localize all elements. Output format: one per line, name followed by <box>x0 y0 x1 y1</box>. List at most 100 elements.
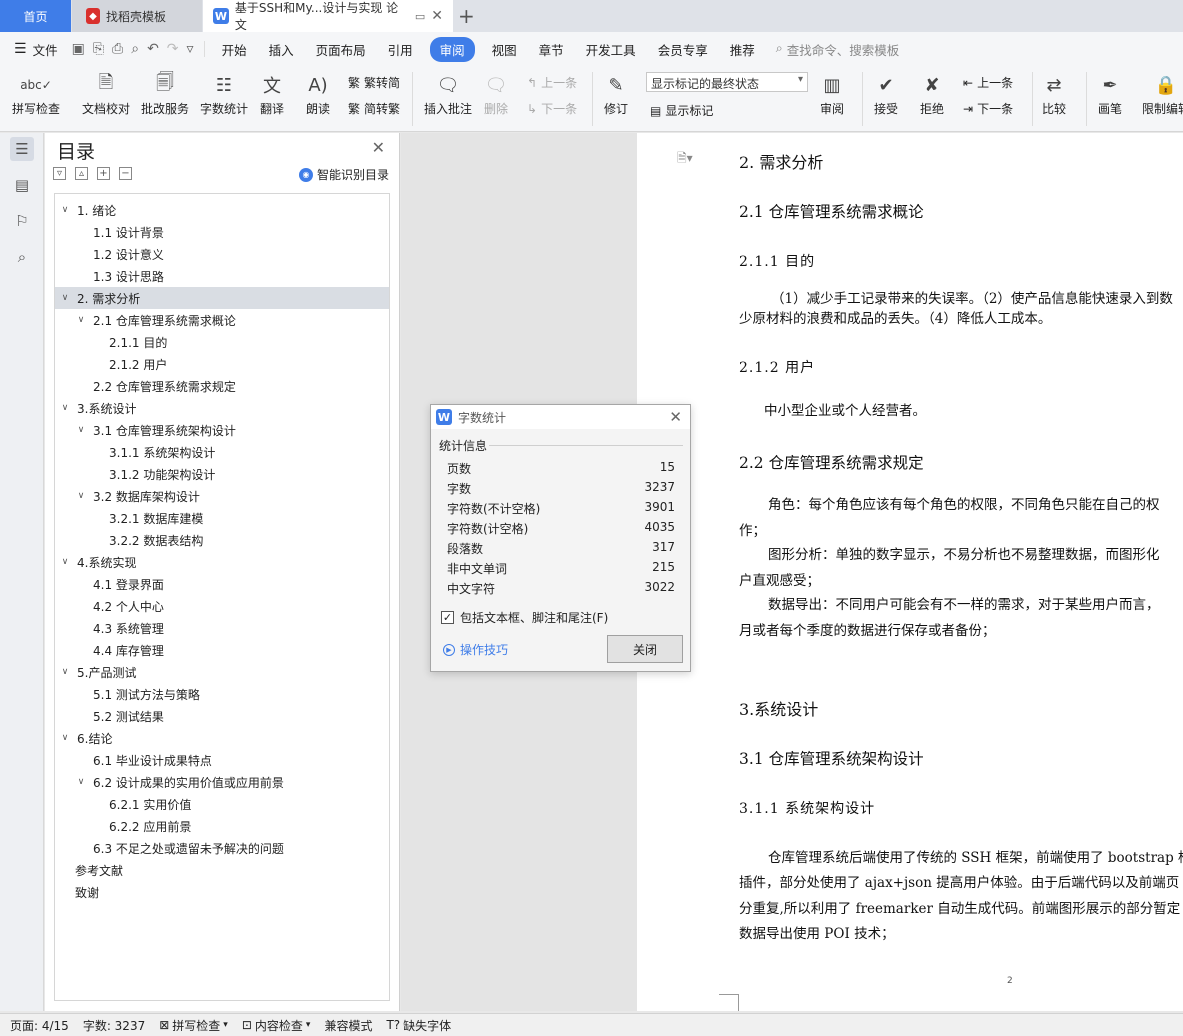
toc-item[interactable]: 1.1 设计背景 <box>55 221 389 243</box>
pen-button[interactable]: ✒ 画笔 <box>1096 70 1124 117</box>
trad-to-simp-button[interactable]: 繁繁转简 <box>348 74 400 91</box>
toc-item[interactable]: 3.1.1 系统架构设计 <box>55 441 389 463</box>
toc-item[interactable]: 4.3 系统管理 <box>55 617 389 639</box>
customize-chevron-icon[interactable]: ▿ <box>187 41 194 57</box>
redo-icon[interactable]: ↷ <box>167 41 179 57</box>
print-icon[interactable]: ⎙ <box>112 41 123 57</box>
toc-item[interactable]: 1.2 设计意义 <box>55 243 389 265</box>
markup-state-dropdown[interactable]: 显示标记的最终状态 <box>646 72 808 92</box>
remove-heading-icon[interactable]: − <box>119 167 132 180</box>
menu-item-member[interactable]: 会员专享 <box>647 40 719 59</box>
tab-document[interactable]: W 基于SSH和My...设计与实现 论文 ▭ ✕ <box>203 0 453 32</box>
toc-item[interactable]: 5.2 测试结果 <box>55 705 389 727</box>
chevron-down-icon[interactable]: ∨ <box>59 205 71 215</box>
toc-item[interactable]: ∨ 4.系统实现 <box>55 551 389 573</box>
collapse-all-icon[interactable]: ▵ <box>75 167 88 180</box>
menu-item-insert[interactable]: 插入 <box>258 40 305 59</box>
next-change-button[interactable]: ⇥ 下一条 <box>963 100 1013 117</box>
search-icon[interactable]: ⌕ <box>10 245 34 269</box>
toc-item[interactable]: ∨ 6.2 设计成果的实用价值或应用前景 <box>55 771 389 793</box>
close-icon[interactable]: ✕ <box>431 8 443 24</box>
screen-icon[interactable]: ▭ <box>415 10 425 23</box>
chevron-down-icon[interactable]: ∨ <box>59 667 71 677</box>
toc-item[interactable]: 6.1 毕业设计成果特点 <box>55 749 389 771</box>
print-preview-icon[interactable]: ⌕ <box>131 41 139 57</box>
toc-item[interactable]: 2.2 仓库管理系统需求规定 <box>55 375 389 397</box>
file-menu[interactable]: ☰ 文件 <box>0 40 72 59</box>
reject-button[interactable]: ✘ 拒绝 <box>918 70 946 117</box>
toc-nav-icon[interactable]: ☰ <box>10 137 34 161</box>
expand-all-icon[interactable]: ▿ <box>53 167 66 180</box>
word-count-indicator[interactable]: 字数: 3237 <box>83 1017 145 1034</box>
prev-change-button[interactable]: ⇤ 上一条 <box>963 74 1013 91</box>
save-icon[interactable]: ▣ <box>72 41 85 57</box>
close-icon[interactable]: ✕ <box>372 138 385 157</box>
toc-item[interactable]: 2.1.1 目的 <box>55 331 389 353</box>
simp-to-trad-button[interactable]: 繁简转繁 <box>348 100 400 117</box>
restrict-edit-button[interactable]: 🔒 限制编辑 <box>1142 70 1183 117</box>
toc-item[interactable]: ∨ 3.1 仓库管理系统架构设计 <box>55 419 389 441</box>
toc-item[interactable]: ∨ 5.产品测试 <box>55 661 389 683</box>
translate-button[interactable]: 文翻译 <box>258 70 286 117</box>
toc-item[interactable]: 致谢 <box>55 881 389 903</box>
menu-item-developer[interactable]: 开发工具 <box>575 40 647 59</box>
toc-item[interactable]: ∨ 3.系统设计 <box>55 397 389 419</box>
tab-home[interactable]: 首页 <box>0 0 71 32</box>
page-menu-icon[interactable]: 🗎▾ <box>677 149 693 170</box>
toc-item[interactable]: 6.2.2 应用前景 <box>55 815 389 837</box>
doc-proof-button[interactable]: 🗎 文档校对 <box>82 70 130 117</box>
missing-font-status[interactable]: T? 缺失字体 <box>386 1017 451 1034</box>
tips-link[interactable]: ▶ 操作技巧 <box>443 641 508 658</box>
toc-item[interactable]: 参考文献 <box>55 859 389 881</box>
toc-item[interactable]: 3.1.2 功能架构设计 <box>55 463 389 485</box>
toc-item[interactable]: ∨ 2.1 仓库管理系统需求概论 <box>55 309 389 331</box>
chevron-down-icon[interactable]: ∨ <box>75 491 87 501</box>
next-comment-button[interactable]: ↳ 下一条 <box>527 100 577 117</box>
review-service-button[interactable]: 🗐 批改服务 <box>141 70 189 117</box>
review-pane-button[interactable]: ▥ 审阅 <box>818 70 846 117</box>
toc-item[interactable]: 5.1 测试方法与策略 <box>55 683 389 705</box>
spellcheck-button[interactable]: abc✓ 拼写检查 <box>12 70 60 117</box>
prev-comment-button[interactable]: ↰ 上一条 <box>527 74 577 91</box>
toc-item[interactable]: 6.2.1 实用价值 <box>55 793 389 815</box>
toc-item[interactable]: 3.2.2 数据表结构 <box>55 529 389 551</box>
spellcheck-status[interactable]: ⊠ 拼写检查 ▾ <box>159 1017 228 1034</box>
chevron-down-icon[interactable]: ∨ <box>59 403 71 413</box>
chapter-nav-icon[interactable]: ▤ <box>10 173 34 197</box>
chevron-down-icon[interactable]: ∨ <box>59 733 71 743</box>
toc-item[interactable]: 1.3 设计思路 <box>55 265 389 287</box>
menu-item-layout[interactable]: 页面布局 <box>305 40 377 59</box>
word-count-button[interactable]: ☷ 字数统计 <box>200 70 248 117</box>
chevron-down-icon[interactable]: ∨ <box>75 777 87 787</box>
page-indicator[interactable]: 页面: 4/15 <box>10 1017 69 1034</box>
tab-template[interactable]: ◆ 找稻壳模板 <box>72 0 202 32</box>
chevron-down-icon[interactable]: ∨ <box>75 315 87 325</box>
chevron-down-icon[interactable]: ∨ <box>75 425 87 435</box>
menu-item-start[interactable]: 开始 <box>211 40 258 59</box>
toc-item[interactable]: 4.1 登录界面 <box>55 573 389 595</box>
menu-item-review[interactable]: 审阅 <box>429 36 475 62</box>
toc-item[interactable]: 3.2.1 数据库建模 <box>55 507 389 529</box>
track-changes-button[interactable]: ✎ 修订 <box>602 70 630 117</box>
insert-comment-button[interactable]: 🗨 插入批注 <box>424 70 472 117</box>
chevron-down-icon[interactable]: ∨ <box>59 557 71 567</box>
toc-item[interactable]: 4.2 个人中心 <box>55 595 389 617</box>
show-markup-button[interactable]: ▤ 显示标记 <box>650 102 713 119</box>
toc-item[interactable]: ∨ 1. 绪论 <box>55 199 389 221</box>
read-aloud-button[interactable]: A) 朗读 <box>304 70 332 117</box>
toc-item[interactable]: 6.3 不足之处或遗留未予解决的问题 <box>55 837 389 859</box>
delete-comment-button[interactable]: 🗨 删除 <box>482 70 510 117</box>
accept-button[interactable]: ✔ 接受 <box>872 70 900 117</box>
include-textbox-checkbox[interactable]: ✓ 包括文本框、脚注和尾注(F) <box>441 609 608 626</box>
close-button[interactable]: 关闭 <box>607 635 683 663</box>
toc-item[interactable]: 4.4 库存管理 <box>55 639 389 661</box>
add-heading-icon[interactable]: + <box>97 167 110 180</box>
close-icon[interactable]: ✕ <box>669 408 682 426</box>
command-search[interactable]: ⌕ 查找命令、搜索模板 <box>776 40 900 59</box>
toc-item[interactable]: 2.1.2 用户 <box>55 353 389 375</box>
toc-item[interactable]: ∨ 6.结论 <box>55 727 389 749</box>
menu-item-references[interactable]: 引用 <box>377 40 424 59</box>
new-tab-plus-icon[interactable]: + <box>458 4 475 28</box>
smart-toc-button[interactable]: ◉ 智能识别目录 <box>298 166 389 183</box>
undo-icon[interactable]: ↶ <box>147 41 159 57</box>
